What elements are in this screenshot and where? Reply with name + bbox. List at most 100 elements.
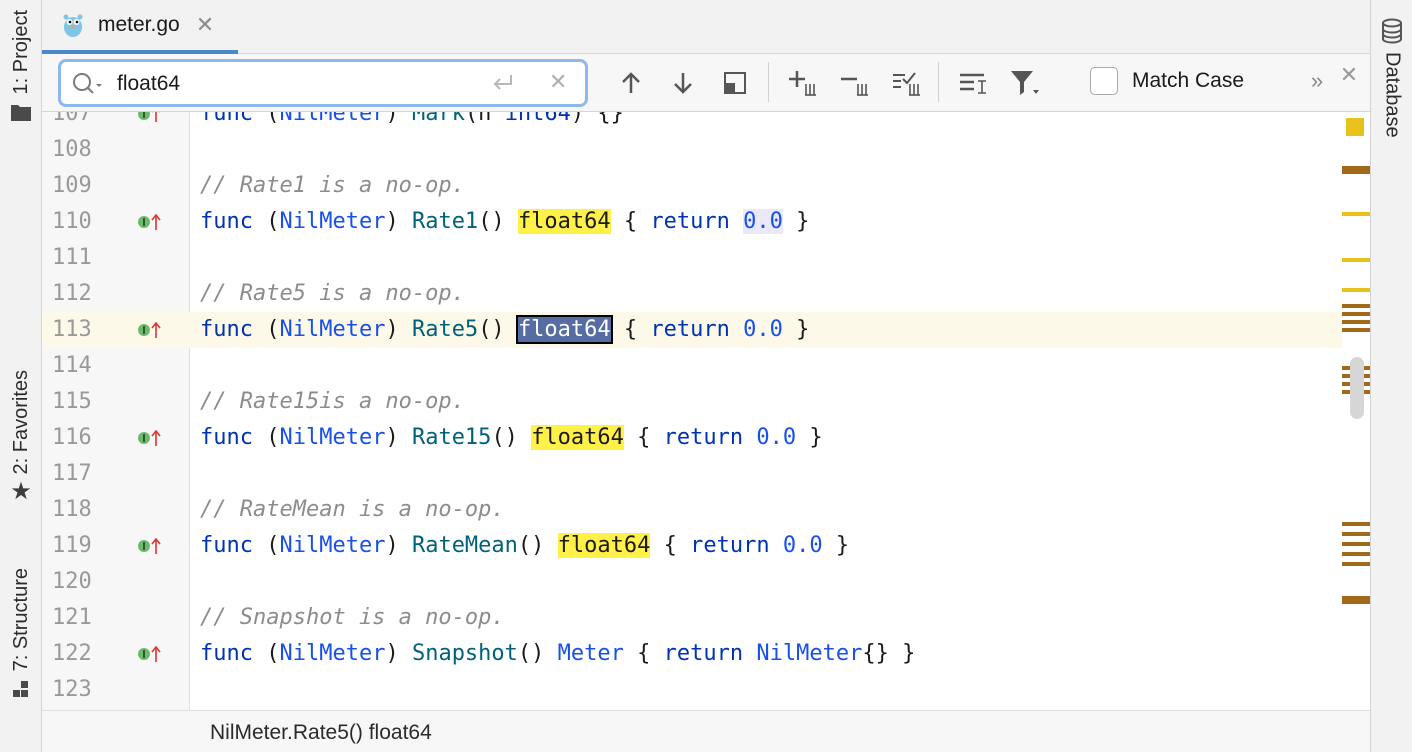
implements-interface-icon[interactable]: [136, 536, 162, 556]
match-case-label: Match Case: [1132, 69, 1245, 92]
code-line-108: 108: [42, 132, 1342, 168]
inspection-status-icon[interactable]: [1346, 118, 1364, 136]
code-text: func (NilMeter) Snapshot() Meter { retur…: [200, 641, 916, 666]
project-tool-tab[interactable]: 1: Project: [0, 10, 42, 127]
implements-interface-icon[interactable]: [136, 644, 162, 664]
match-case-checkbox[interactable]: [1090, 67, 1118, 95]
implements-interface-icon[interactable]: [136, 112, 162, 124]
structure-tool-tab[interactable]: 7: Structure: [0, 568, 42, 704]
search-in-selection-button[interactable]: [956, 66, 990, 100]
database-tool-tab[interactable]: Database: [1371, 18, 1412, 138]
line-number: 108: [52, 137, 92, 162]
toolbar-separator: [768, 62, 769, 102]
code-line-111: 111: [42, 240, 1342, 276]
find-toolbar: ✕ Match Case » ✕: [42, 54, 1370, 112]
code-line-117: 117: [42, 456, 1342, 492]
line-number: 120: [52, 569, 92, 594]
code-comment: // Snapshot is a no-op.: [200, 605, 505, 630]
search-icon[interactable]: [71, 71, 105, 97]
implements-interface-icon[interactable]: [136, 320, 162, 340]
occurrence-marker[interactable]: [1342, 304, 1370, 308]
occurrence-marker[interactable]: [1342, 532, 1370, 536]
close-find-icon[interactable]: ✕: [1332, 58, 1366, 92]
favorites-tool-tab[interactable]: 2: Favorites ★: [0, 370, 42, 504]
toolbar-separator: [938, 62, 939, 102]
editor-tab-label: meter.go: [98, 13, 180, 36]
window-icon: [724, 72, 746, 94]
code-editor[interactable]: 107 func (NilMeter) Mark(n int64) {} 108…: [42, 112, 1342, 710]
line-number: 117: [52, 461, 92, 486]
database-tab-label: Database: [1381, 52, 1404, 138]
code-line-115: 115 // Rate15is a no-op.: [42, 384, 1342, 420]
project-tab-label: 1: Project: [9, 10, 32, 95]
occurrence-marker[interactable]: [1342, 562, 1370, 566]
line-number: 112: [52, 281, 92, 306]
line-number: 113: [42, 312, 190, 348]
editor-tab-meter-go[interactable]: meter.go ✕: [42, 0, 238, 54]
search-match: float64: [557, 533, 651, 558]
folder-icon: [10, 102, 32, 127]
code-line-118: 118 // RateMean is a no-op.: [42, 492, 1342, 528]
line-number: 111: [52, 245, 92, 270]
arrow-up-icon: [622, 72, 640, 93]
add-occurrence-button[interactable]: [786, 66, 820, 100]
occurrence-marker[interactable]: [1342, 596, 1370, 604]
code-comment: // Rate1 is a no-op.: [200, 173, 465, 198]
structure-tab-label: 7: Structure: [9, 568, 32, 672]
breadcrumb[interactable]: NilMeter.Rate5() float64: [210, 721, 432, 745]
remove-selection-icon: [841, 77, 868, 96]
line-number: 114: [52, 353, 92, 378]
filter-search-results-button[interactable]: [1008, 66, 1042, 100]
editor-tab-bar: meter.go ✕: [42, 0, 1370, 54]
left-tool-strip: 1: Project 2: Favorites ★ 7: Structure: [0, 0, 42, 752]
occurrence-marker[interactable]: [1342, 312, 1370, 316]
new-line-icon[interactable]: [489, 72, 517, 96]
line-number: 116: [52, 425, 92, 450]
occurrence-marker[interactable]: [1342, 258, 1370, 262]
database-icon: [1382, 18, 1402, 44]
favorites-tab-label: 2: Favorites: [9, 370, 32, 475]
more-options-icon[interactable]: »: [1300, 64, 1334, 98]
select-all-occurrences-button[interactable]: [890, 66, 924, 100]
code-comment: // RateMean is a no-op.: [200, 497, 505, 522]
occurrence-marker[interactable]: [1342, 328, 1370, 332]
line-number: 118: [52, 497, 92, 522]
add-selection-icon: [789, 71, 816, 96]
code-line-112: 112 // Rate5 is a no-op.: [42, 276, 1342, 312]
line-number: 109: [52, 173, 92, 198]
code-line-120: 120: [42, 564, 1342, 600]
occurrence-marker[interactable]: [1342, 522, 1370, 526]
close-icon[interactable]: ✕: [196, 12, 214, 38]
previous-occurrence-button[interactable]: [614, 66, 648, 100]
remove-occurrence-button[interactable]: [838, 66, 872, 100]
search-match: float64: [517, 209, 611, 234]
select-all-icon: [893, 72, 920, 96]
vertical-scrollbar-thumb[interactable]: [1350, 357, 1364, 419]
show-in-find-window-button[interactable]: [718, 66, 752, 100]
occurrence-marker[interactable]: [1342, 552, 1370, 556]
search-field[interactable]: ✕: [58, 59, 588, 107]
structure-icon: [11, 679, 31, 704]
current-search-match: float64: [515, 315, 613, 344]
code-text: func (NilMeter) Rate1() float64 { return…: [200, 209, 810, 234]
occurrence-marker[interactable]: [1342, 288, 1370, 292]
code-line-116: 116 func (NilMeter) Rate15() float64 { r…: [42, 420, 1342, 456]
occurrence-marker[interactable]: [1342, 320, 1370, 324]
occurrence-marker[interactable]: [1342, 212, 1370, 216]
code-line-109: 109 // Rate1 is a no-op.: [42, 168, 1342, 204]
next-occurrence-button[interactable]: [666, 66, 700, 100]
filter-icon: [1011, 71, 1039, 95]
implements-interface-icon[interactable]: [136, 428, 162, 448]
search-input[interactable]: [117, 69, 477, 99]
code-text: func (NilMeter) Mark(n int64) {}: [200, 112, 624, 126]
occurrence-marker[interactable]: [1342, 542, 1370, 546]
code-comment: // Rate5 is a no-op.: [200, 281, 465, 306]
clear-icon[interactable]: ✕: [549, 69, 567, 95]
code-line-114: 114: [42, 348, 1342, 384]
code-line-110: 110 func (NilMeter) Rate1() float64 { re…: [42, 204, 1342, 240]
occurrence-marker[interactable]: [1342, 166, 1370, 174]
line-number: 107: [52, 112, 92, 126]
star-icon: ★: [10, 478, 32, 506]
code-line-123: 123: [42, 672, 1342, 708]
implements-interface-icon[interactable]: [136, 212, 162, 232]
